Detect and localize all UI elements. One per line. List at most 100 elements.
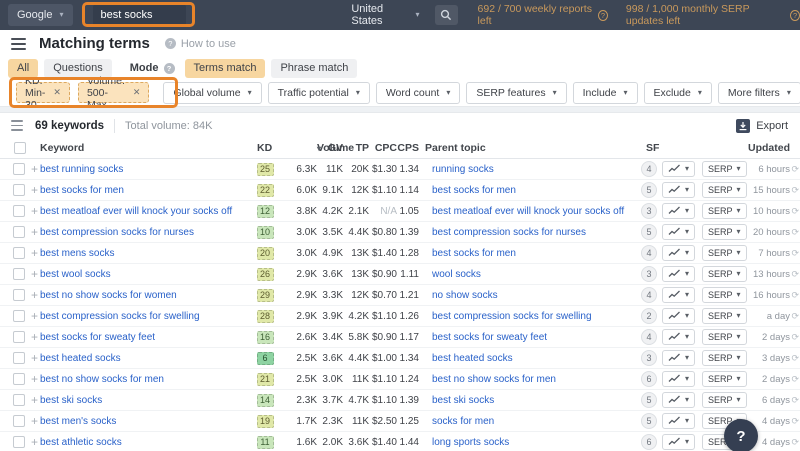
filter-button-traffic-potential[interactable]: Traffic potential ▾ — [267, 81, 370, 104]
add-to-list-icon[interactable]: + — [31, 352, 38, 364]
add-to-list-icon[interactable]: + — [31, 289, 38, 301]
row-checkbox[interactable] — [13, 247, 25, 259]
keyword-link[interactable]: best heated socks — [40, 353, 121, 364]
sf-count-badge[interactable]: 6 — [641, 371, 657, 387]
position-history-button[interactable]: ▾ — [662, 392, 696, 408]
row-checkbox[interactable] — [13, 289, 25, 301]
serp-button[interactable]: SERP▾ — [702, 392, 747, 408]
parent-topic-link[interactable]: wool socks — [432, 269, 481, 280]
parent-topic-link[interactable]: best meatloaf ever will knock your socks… — [432, 206, 624, 217]
col-cps[interactable]: CPS — [397, 138, 419, 159]
col-cpc[interactable]: CPC — [375, 138, 397, 159]
keyword-link[interactable]: best wool socks — [40, 269, 111, 280]
add-to-list-icon[interactable]: + — [31, 184, 38, 196]
sf-count-badge[interactable]: 4 — [641, 329, 657, 345]
position-history-button[interactable]: ▾ — [662, 224, 696, 240]
serp-button[interactable]: SERP▾ — [702, 224, 747, 240]
tab-phrase-match[interactable]: Phrase match — [271, 58, 358, 78]
row-checkbox[interactable] — [13, 268, 25, 280]
row-checkbox[interactable] — [13, 184, 25, 196]
row-checkbox[interactable] — [13, 352, 25, 364]
refresh-icon[interactable]: ⟳ — [790, 269, 800, 280]
refresh-icon[interactable]: ⟳ — [790, 290, 800, 301]
sf-count-badge[interactable]: 5 — [641, 224, 657, 240]
keyword-link[interactable]: best socks for sweaty feet — [40, 332, 155, 343]
parent-topic-link[interactable]: best no show socks for men — [432, 374, 556, 385]
col-gv[interactable]: GV — [328, 138, 343, 159]
parent-topic-link[interactable]: socks for men — [432, 416, 494, 427]
parent-topic-link[interactable]: best socks for men — [432, 185, 516, 196]
refresh-icon[interactable]: ⟳ — [790, 311, 800, 322]
refresh-icon[interactable]: ⟳ — [790, 164, 800, 175]
help-bubble-button[interactable]: ? — [724, 419, 758, 451]
filter-button-more-filters[interactable]: More filters ▾ — [717, 81, 800, 104]
search-button[interactable] — [434, 5, 458, 25]
parent-topic-link[interactable]: long sports socks — [432, 437, 509, 448]
row-checkbox[interactable] — [13, 310, 25, 322]
col-parent-topic[interactable]: Parent topic — [425, 138, 486, 159]
position-history-button[interactable]: ▾ — [662, 245, 696, 261]
add-to-list-icon[interactable]: + — [31, 268, 38, 280]
row-checkbox[interactable] — [13, 226, 25, 238]
keyword-link[interactable]: best meatloaf ever will knock your socks… — [40, 206, 232, 217]
remove-filter-icon[interactable]: ✕ — [53, 87, 61, 98]
tab-terms-match[interactable]: Terms match — [184, 58, 266, 78]
serp-button[interactable]: SERP▾ — [702, 203, 747, 219]
add-to-list-icon[interactable]: + — [31, 226, 38, 238]
position-history-button[interactable]: ▾ — [662, 287, 696, 303]
position-history-button[interactable]: ▾ — [662, 182, 696, 198]
position-history-button[interactable]: ▾ — [662, 161, 696, 177]
position-history-button[interactable]: ▾ — [662, 371, 696, 387]
sf-count-badge[interactable]: 5 — [641, 392, 657, 408]
filter-button-global-volume[interactable]: Global volume ▾ — [163, 81, 262, 104]
search-engine-select[interactable]: Google ▾ — [8, 4, 73, 26]
col-kd[interactable]: KD — [257, 138, 272, 159]
how-to-use-link[interactable]: ? How to use — [164, 38, 236, 50]
filter-chip[interactable]: Volume: 500-Max ✕ — [77, 75, 150, 111]
parent-topic-link[interactable]: best socks for sweaty feet — [432, 332, 547, 343]
refresh-icon[interactable]: ⟳ — [790, 227, 800, 238]
position-history-button[interactable]: ▾ — [662, 434, 696, 450]
add-to-list-icon[interactable]: + — [31, 205, 38, 217]
row-checkbox[interactable] — [13, 436, 25, 448]
serp-button[interactable]: SERP▾ — [702, 350, 747, 366]
keyword-link[interactable]: best men's socks — [40, 416, 116, 427]
row-checkbox[interactable] — [13, 373, 25, 385]
row-checkbox[interactable] — [13, 331, 25, 343]
refresh-icon[interactable]: ⟳ — [790, 248, 800, 259]
position-history-button[interactable]: ▾ — [662, 329, 696, 345]
add-to-list-icon[interactable]: + — [31, 310, 38, 322]
sf-count-badge[interactable]: 3 — [641, 266, 657, 282]
filter-button-exclude[interactable]: Exclude ▾ — [643, 81, 712, 104]
export-button[interactable]: Export — [736, 118, 788, 133]
country-select[interactable]: United States ▾ — [342, 3, 428, 27]
remove-filter-icon[interactable]: ✕ — [133, 87, 141, 98]
filter-button-include[interactable]: Include ▾ — [572, 81, 638, 104]
serp-button[interactable]: SERP▾ — [702, 161, 747, 177]
add-to-list-icon[interactable]: + — [31, 163, 38, 175]
keyword-link[interactable]: best athletic socks — [40, 437, 122, 448]
refresh-icon[interactable]: ⟳ — [790, 437, 800, 448]
add-to-list-icon[interactable]: + — [31, 394, 38, 406]
refresh-icon[interactable]: ⟳ — [790, 416, 800, 427]
add-to-list-icon[interactable]: + — [31, 436, 38, 448]
parent-topic-link[interactable]: best compression socks for swelling — [432, 311, 592, 322]
sf-count-badge[interactable]: 4 — [641, 287, 657, 303]
serp-button[interactable]: SERP▾ — [702, 371, 747, 387]
row-checkbox[interactable] — [13, 415, 25, 427]
keyword-link[interactable]: best running socks — [40, 164, 123, 175]
keyword-link[interactable]: best mens socks — [40, 248, 114, 259]
parent-topic-link[interactable]: best ski socks — [432, 395, 494, 406]
parent-topic-link[interactable]: no show socks — [432, 290, 498, 301]
filter-chip[interactable]: KD: Min-30 ✕ — [16, 75, 70, 111]
refresh-icon[interactable]: ⟳ — [790, 374, 800, 385]
refresh-icon[interactable]: ⟳ — [790, 332, 800, 343]
parent-topic-link[interactable]: running socks — [432, 164, 494, 175]
sf-count-badge[interactable]: 4 — [641, 161, 657, 177]
sf-count-badge[interactable]: 5 — [641, 182, 657, 198]
sf-count-badge[interactable]: 5 — [641, 413, 657, 429]
sf-count-badge[interactable]: 3 — [641, 350, 657, 366]
position-history-button[interactable]: ▾ — [662, 266, 696, 282]
parent-topic-link[interactable]: best heated socks — [432, 353, 513, 364]
row-checkbox[interactable] — [13, 163, 25, 175]
